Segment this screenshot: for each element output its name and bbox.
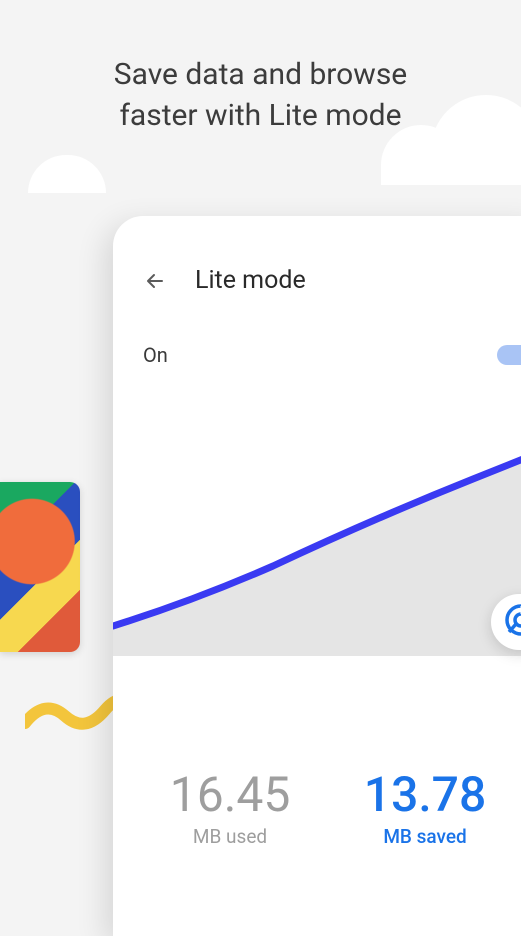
stat-used-value: 16.45 [170, 766, 291, 823]
stat-used-label: MB used [170, 825, 291, 848]
stat-data-saved: 13.78 MB saved [364, 766, 486, 848]
stat-saved-value: 13.78 [364, 766, 486, 823]
page-title: Lite mode [195, 266, 306, 295]
phone-screen: Lite mode On 16.45 MB used [113, 216, 521, 936]
back-arrow-icon[interactable] [143, 269, 167, 293]
lite-mode-toggle[interactable] [497, 345, 521, 365]
toggle-label: On [143, 343, 168, 367]
promo-headline: Save data and browse faster with Lite mo… [0, 0, 521, 136]
data-usage-chart [113, 401, 521, 681]
lite-mode-toggle-row: On [113, 295, 521, 367]
headline-line-2: faster with Lite mode [119, 98, 401, 133]
app-bar: Lite mode [113, 216, 521, 295]
chrome-icon [505, 604, 521, 640]
wave-decoration [25, 688, 125, 748]
stat-saved-label: MB saved [364, 825, 486, 848]
data-stats: 16.45 MB used 13.78 MB saved [113, 766, 521, 848]
cloud-decoration [28, 155, 106, 193]
artwork-thumbnail [0, 482, 80, 652]
headline-line-1: Save data and browse [114, 57, 407, 92]
stat-data-used: 16.45 MB used [170, 766, 291, 848]
